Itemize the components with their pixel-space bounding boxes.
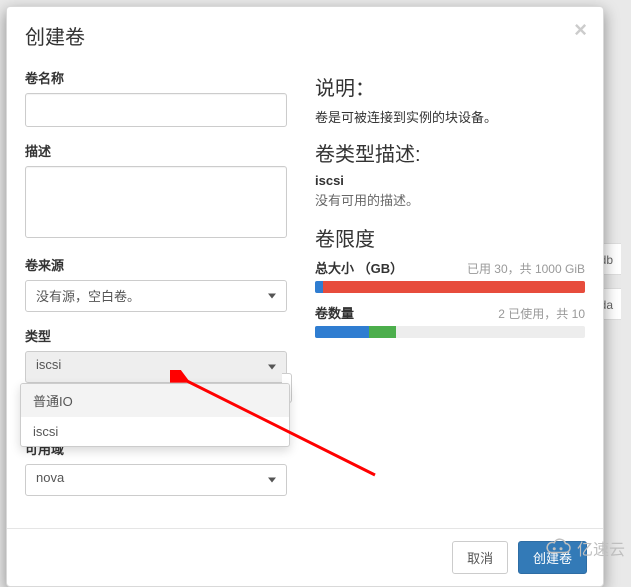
source-label: 卷来源 (25, 255, 287, 274)
modal-body: 卷名称 描述 卷来源 没有源，空白卷。 类型 iscsi (7, 62, 603, 528)
type-option[interactable]: iscsi (21, 417, 289, 446)
name-input[interactable] (25, 93, 287, 127)
field-description: 描述 (25, 141, 287, 241)
description-text: 卷是可被连接到实例的块设备。 (315, 107, 585, 126)
close-icon[interactable]: × (574, 19, 587, 41)
type-label: 类型 (25, 326, 287, 345)
az-select[interactable]: nova (25, 464, 287, 496)
quota-count-info: 2 已使用，共 10 (498, 305, 585, 322)
modal-header: 创建卷 × (7, 7, 603, 62)
chevron-down-icon (268, 365, 276, 370)
name-label: 卷名称 (25, 68, 287, 87)
quota-size-info: 已用 30，共 1000 GiB (467, 260, 585, 277)
field-name: 卷名称 (25, 68, 287, 127)
type-value: iscsi (36, 357, 61, 372)
chevron-down-icon (268, 478, 276, 483)
description-heading: 说明： (315, 72, 585, 101)
type-option[interactable]: 普通IO (21, 384, 289, 417)
typedesc-text: 没有可用的描述。 (315, 190, 585, 209)
quota-count-used (315, 326, 369, 338)
source-select[interactable]: 没有源，空白卷。 (25, 280, 287, 312)
form-column: 卷名称 描述 卷来源 没有源，空白卷。 类型 iscsi (25, 68, 287, 510)
az-value: nova (36, 470, 64, 485)
watermark-text: 亿速云 (577, 536, 625, 560)
quota-size-used (315, 281, 323, 293)
field-az: 可用域 nova (25, 439, 287, 496)
description-label: 描述 (25, 141, 287, 160)
description-input[interactable] (25, 166, 287, 238)
source-value: 没有源，空白卷。 (36, 289, 140, 304)
modal-title: 创建卷 (25, 27, 85, 49)
watermark: 亿速云 (543, 536, 625, 560)
quota-size-new (323, 281, 585, 293)
chevron-down-icon (268, 294, 276, 299)
typedesc-heading: 卷类型描述: (315, 138, 585, 167)
quota-size-label: 总大小 （GB） (315, 258, 403, 277)
info-column: 说明： 卷是可被连接到实例的块设备。 卷类型描述: iscsi 没有可用的描述。… (315, 68, 585, 510)
quota-count-new (369, 326, 396, 338)
type-dropdown: 普通IO iscsi (20, 383, 290, 447)
limits-heading: 卷限度 (315, 223, 585, 252)
cancel-button[interactable]: 取消 (452, 541, 508, 574)
modal-footer: 取消 创建卷 (7, 528, 603, 586)
quota-size-bar (315, 281, 585, 293)
field-source: 卷来源 没有源，空白卷。 (25, 255, 287, 312)
quota-size-header: 总大小 （GB） 已用 30，共 1000 GiB (315, 258, 585, 277)
quota-count-bar (315, 326, 585, 338)
quota-count-label: 卷数量 (315, 303, 354, 322)
create-volume-modal: 创建卷 × 卷名称 描述 卷来源 没有源，空白卷。 类型 (6, 6, 604, 587)
cloud-icon (543, 538, 573, 558)
field-type: 类型 iscsi 普通IO iscsi (25, 326, 287, 383)
quota-count-header: 卷数量 2 已使用，共 10 (315, 303, 585, 322)
typedesc-name: iscsi (315, 173, 585, 188)
type-select[interactable]: iscsi (25, 351, 287, 383)
